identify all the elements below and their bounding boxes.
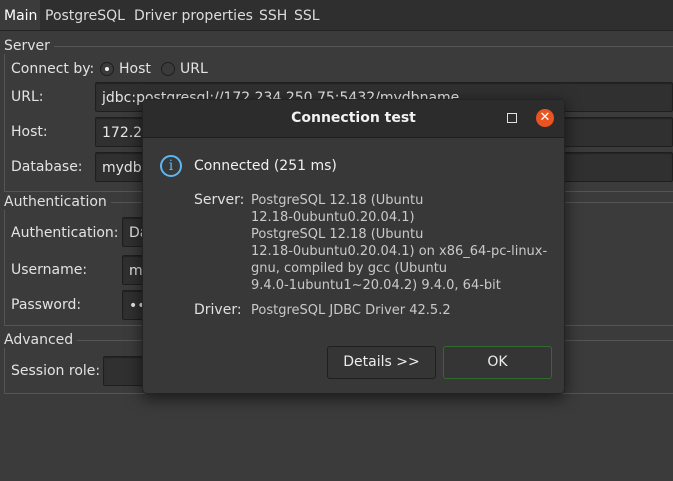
dialog-titlebar[interactable]: Connection test ✕ [143, 100, 564, 138]
details-button[interactable]: Details >> [327, 346, 436, 379]
session-role-label: Session role: [11, 363, 101, 379]
server-info-label: Server: [194, 192, 245, 208]
dialog-title: Connection test [291, 110, 416, 126]
maximize-icon[interactable] [507, 113, 517, 123]
database-label: Database: [11, 159, 83, 175]
info-icon: i [160, 155, 182, 177]
host-radio-label[interactable]: Host [119, 61, 151, 77]
username-label: Username: [11, 262, 88, 278]
authentication-label: Authentication: [11, 225, 119, 241]
tab-main[interactable]: Main [4, 8, 37, 24]
driver-info-label: Driver: [194, 302, 242, 318]
tab-bar: Main PostgreSQL Driver properties SSH SS… [0, 0, 673, 31]
close-icon[interactable]: ✕ [536, 109, 554, 127]
tab-ssl[interactable]: SSL [294, 8, 320, 24]
connection-test-dialog: Connection test ✕ i Connected (251 ms) S… [142, 99, 565, 394]
authentication-section-label: Authentication [4, 194, 111, 210]
tab-postgresql[interactable]: PostgreSQL [45, 8, 125, 24]
connection-status: Connected (251 ms) [194, 158, 337, 174]
tab-driver-properties[interactable]: Driver properties [134, 8, 253, 24]
url-radio[interactable] [161, 62, 175, 76]
password-label: Password: [11, 297, 82, 313]
host-label: Host: [11, 124, 48, 140]
host-radio[interactable] [100, 62, 114, 76]
ok-button[interactable]: OK [443, 346, 552, 379]
url-radio-label[interactable]: URL [180, 61, 208, 77]
tab-ssh[interactable]: SSH [259, 8, 287, 24]
driver-info-value: PostgreSQL JDBC Driver 42.5.2 [251, 303, 451, 318]
url-label: URL: [11, 89, 44, 105]
server-section-label: Server [4, 38, 54, 54]
connect-by-label: Connect by: [11, 61, 95, 77]
advanced-section-label: Advanced [4, 332, 78, 348]
server-info-value: PostgreSQL 12.18 (Ubuntu 12.18-0ubuntu0.… [251, 193, 548, 293]
